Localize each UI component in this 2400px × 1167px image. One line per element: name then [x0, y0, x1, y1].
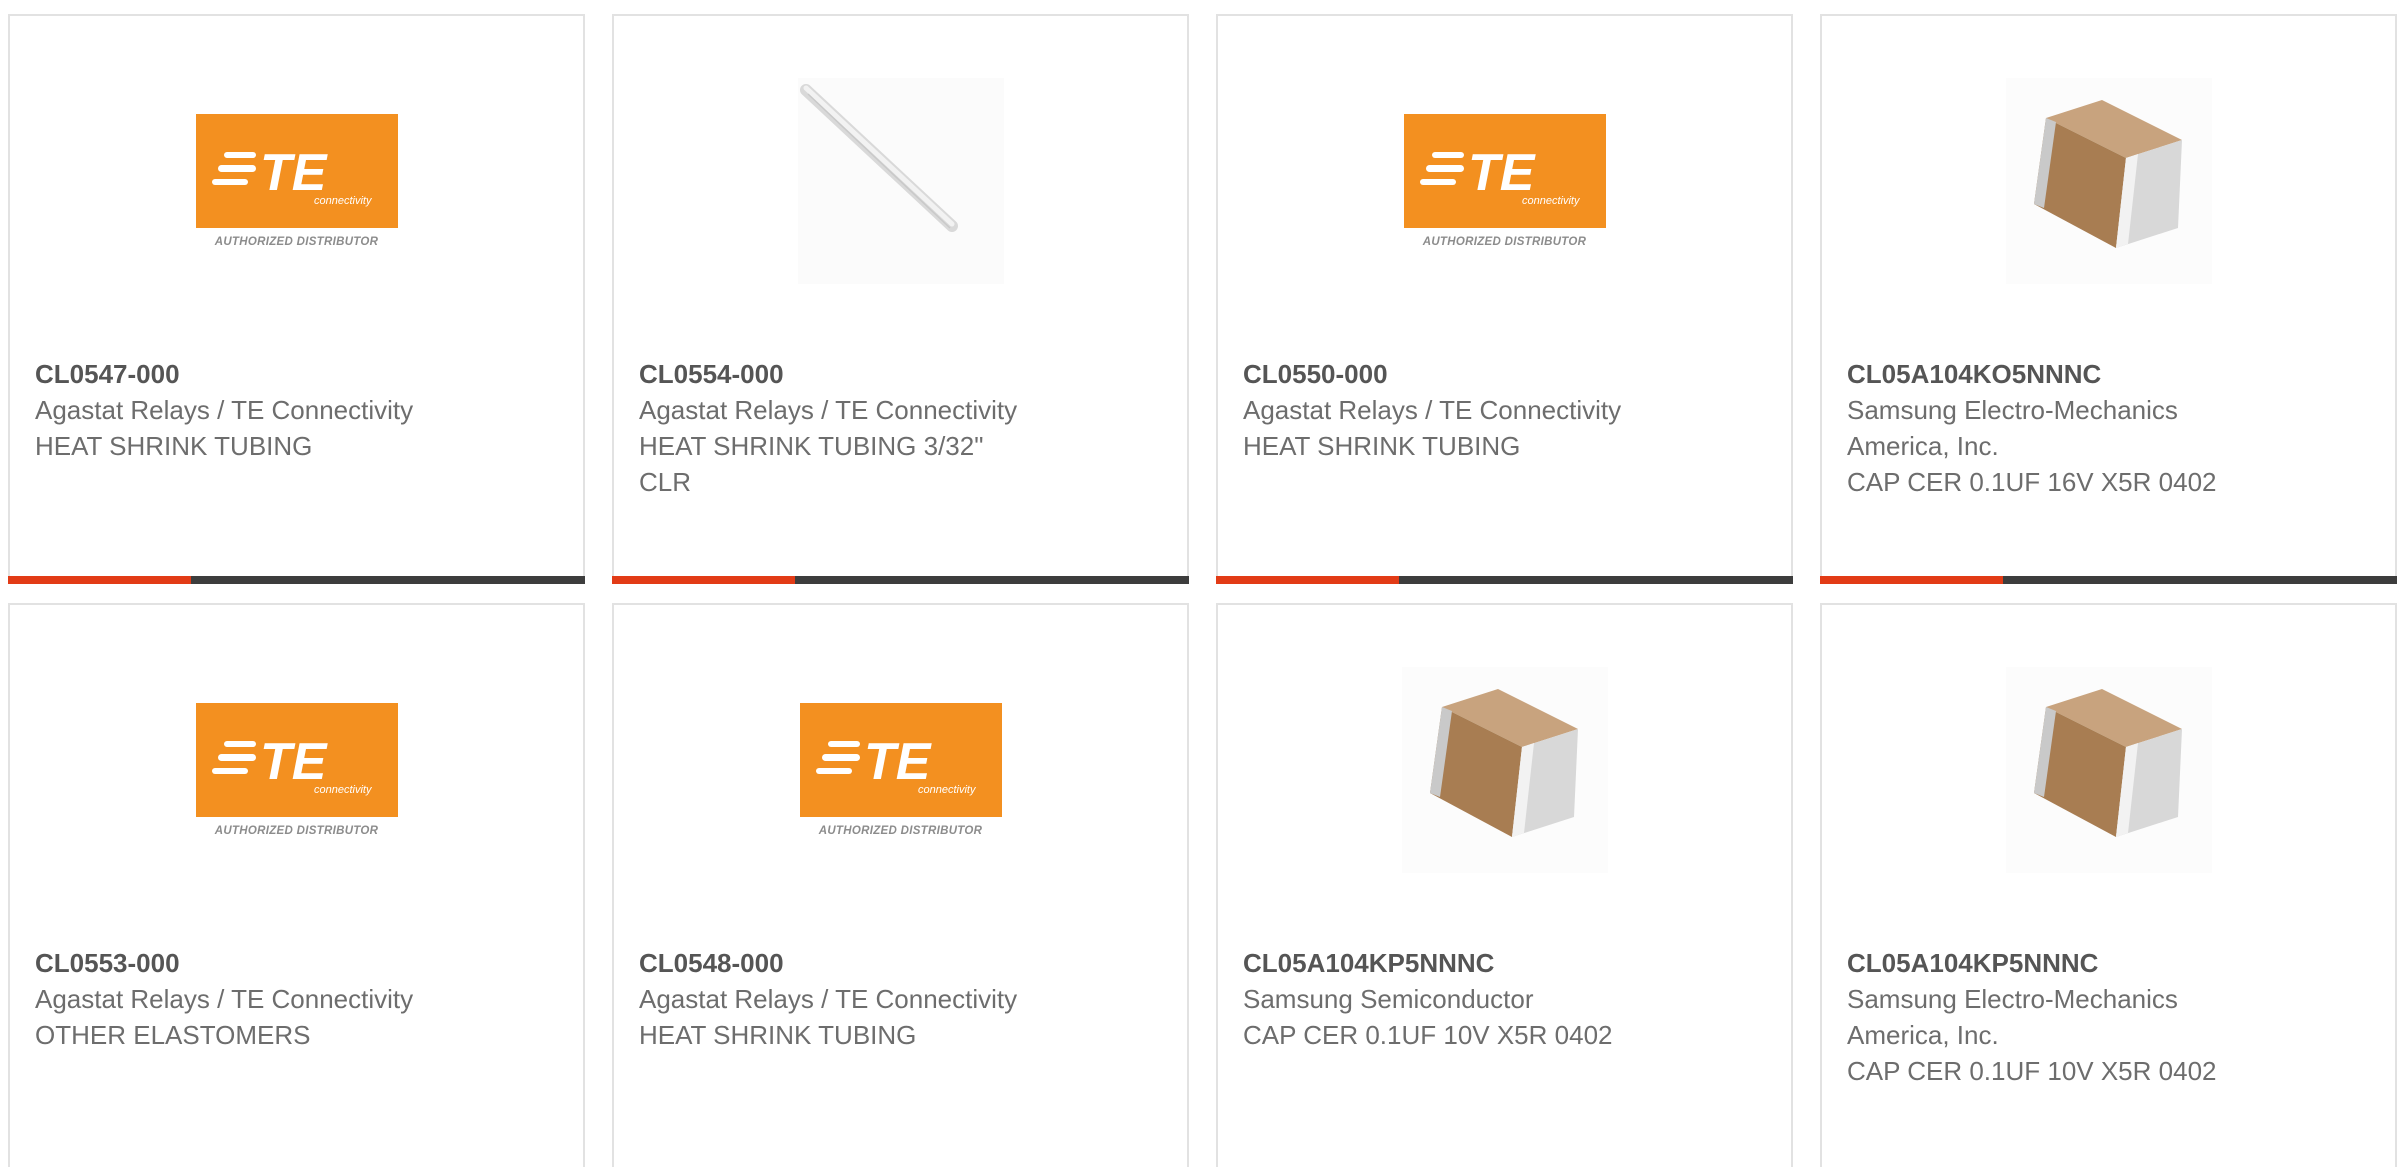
logo-caption: AUTHORIZED DISTRIBUTOR	[214, 825, 379, 837]
product-image[interactable]: TE connectivity AUTHORIZED DISTRIBUTOR	[1218, 78, 1791, 284]
description: CAP CER 0.1UF 10V X5R 0402	[1243, 1020, 1613, 1050]
te-logo-subtext: connectivity	[314, 195, 373, 207]
manufacturer: Samsung Semiconductor	[1243, 984, 1534, 1014]
te-logo-text: TE	[1468, 144, 1536, 202]
heat-shrink-tube-image	[797, 78, 1004, 284]
te-logo-subtext: connectivity	[1522, 195, 1581, 207]
card-bar-accent	[1216, 576, 1399, 584]
product-image[interactable]: TE connectivity AUTHORIZED DISTRIBUTOR	[614, 667, 1187, 873]
card-bar-accent	[1820, 576, 2003, 584]
manufacturer: Agastat Relays / TE Connectivity	[639, 984, 1018, 1014]
te-logo-subtext: connectivity	[314, 784, 373, 796]
product-image[interactable]	[1822, 667, 2395, 873]
manufacturer: Samsung Electro-Mechanics	[1847, 984, 2178, 1014]
description: HEAT SHRINK TUBING	[35, 431, 313, 461]
part-number-link[interactable]: CL0547-000	[35, 356, 563, 392]
manufacturer: Agastat Relays / TE Connectivity	[1243, 395, 1622, 425]
product-card[interactable]: CL0554-000 Agastat Relays / TE Connectiv…	[612, 14, 1189, 584]
description: CAP CER 0.1UF 10V X5R 0402	[1847, 1056, 2217, 1086]
product-image[interactable]	[1218, 667, 1791, 873]
product-card[interactable]: TE connectivity AUTHORIZED DISTRIBUTOR C…	[612, 603, 1189, 1167]
te-logo-text: TE	[864, 733, 932, 791]
manufacturer: Samsung Electro-Mechanics	[1847, 395, 2178, 425]
card-bottom-bar	[8, 576, 585, 584]
card-bottom-bar	[1820, 576, 2397, 584]
ceramic-capacitor-image	[1401, 667, 1608, 873]
part-number-link[interactable]: CL0554-000	[639, 356, 1167, 392]
part-number-link[interactable]: CL05A104KP5NNNC	[1243, 945, 1771, 981]
card-bottom-bar	[612, 576, 1189, 584]
description: HEAT SHRINK TUBING 3/32"	[639, 431, 984, 461]
ceramic-capacitor-image	[2005, 667, 2212, 873]
description: OTHER ELASTOMERS	[35, 1020, 311, 1050]
description: HEAT SHRINK TUBING	[1243, 431, 1521, 461]
product-card[interactable]: TE connectivity AUTHORIZED DISTRIBUTOR C…	[8, 603, 585, 1167]
logo-caption: AUTHORIZED DISTRIBUTOR	[818, 825, 983, 837]
product-image[interactable]	[1822, 78, 2395, 284]
te-authorized-distributor-logo: TE connectivity AUTHORIZED DISTRIBUTOR	[1403, 114, 1607, 248]
card-bottom-bar	[1216, 576, 1793, 584]
description: CLR	[639, 467, 692, 497]
part-number-link[interactable]: CL0550-000	[1243, 356, 1771, 392]
te-logo-text: TE	[260, 144, 328, 202]
logo-caption: AUTHORIZED DISTRIBUTOR	[1422, 236, 1587, 248]
part-number-link[interactable]: CL05A104KO5NNNC	[1847, 356, 2375, 392]
te-logo-subtext: connectivity	[918, 784, 977, 796]
product-image[interactable]: TE connectivity AUTHORIZED DISTRIBUTOR	[10, 667, 583, 873]
manufacturer: America, Inc.	[1847, 1020, 1999, 1050]
part-number-link[interactable]: CL0548-000	[639, 945, 1167, 981]
product-card[interactable]: CL05A104KO5NNNC Samsung Electro-Mechanic…	[1820, 14, 2397, 584]
product-card[interactable]: CL05A104KP5NNNC Samsung Electro-Mechanic…	[1820, 603, 2397, 1167]
product-grid: TE connectivity AUTHORIZED DISTRIBUTOR C…	[0, 0, 2400, 1167]
description: CAP CER 0.1UF 16V X5R 0402	[1847, 467, 2217, 497]
product-image[interactable]: TE connectivity AUTHORIZED DISTRIBUTOR	[10, 78, 583, 284]
product-card[interactable]: TE connectivity AUTHORIZED DISTRIBUTOR C…	[1216, 14, 1793, 584]
logo-caption: AUTHORIZED DISTRIBUTOR	[214, 236, 379, 248]
ceramic-capacitor-image	[2005, 78, 2212, 284]
manufacturer: Agastat Relays / TE Connectivity	[35, 395, 414, 425]
product-image[interactable]	[614, 78, 1187, 284]
product-card[interactable]: TE connectivity AUTHORIZED DISTRIBUTOR C…	[8, 14, 585, 584]
card-bar-accent	[8, 576, 191, 584]
te-authorized-distributor-logo: TE connectivity AUTHORIZED DISTRIBUTOR	[195, 114, 399, 248]
part-number-link[interactable]: CL0553-000	[35, 945, 563, 981]
part-number-link[interactable]: CL05A104KP5NNNC	[1847, 945, 2375, 981]
te-logo-text: TE	[260, 733, 328, 791]
te-authorized-distributor-logo: TE connectivity AUTHORIZED DISTRIBUTOR	[799, 703, 1003, 837]
te-authorized-distributor-logo: TE connectivity AUTHORIZED DISTRIBUTOR	[195, 703, 399, 837]
manufacturer: Agastat Relays / TE Connectivity	[639, 395, 1018, 425]
manufacturer: Agastat Relays / TE Connectivity	[35, 984, 414, 1014]
manufacturer: America, Inc.	[1847, 431, 1999, 461]
product-card[interactable]: CL05A104KP5NNNC Samsung Semiconductor CA…	[1216, 603, 1793, 1167]
card-bar-accent	[612, 576, 795, 584]
description: HEAT SHRINK TUBING	[639, 1020, 917, 1050]
